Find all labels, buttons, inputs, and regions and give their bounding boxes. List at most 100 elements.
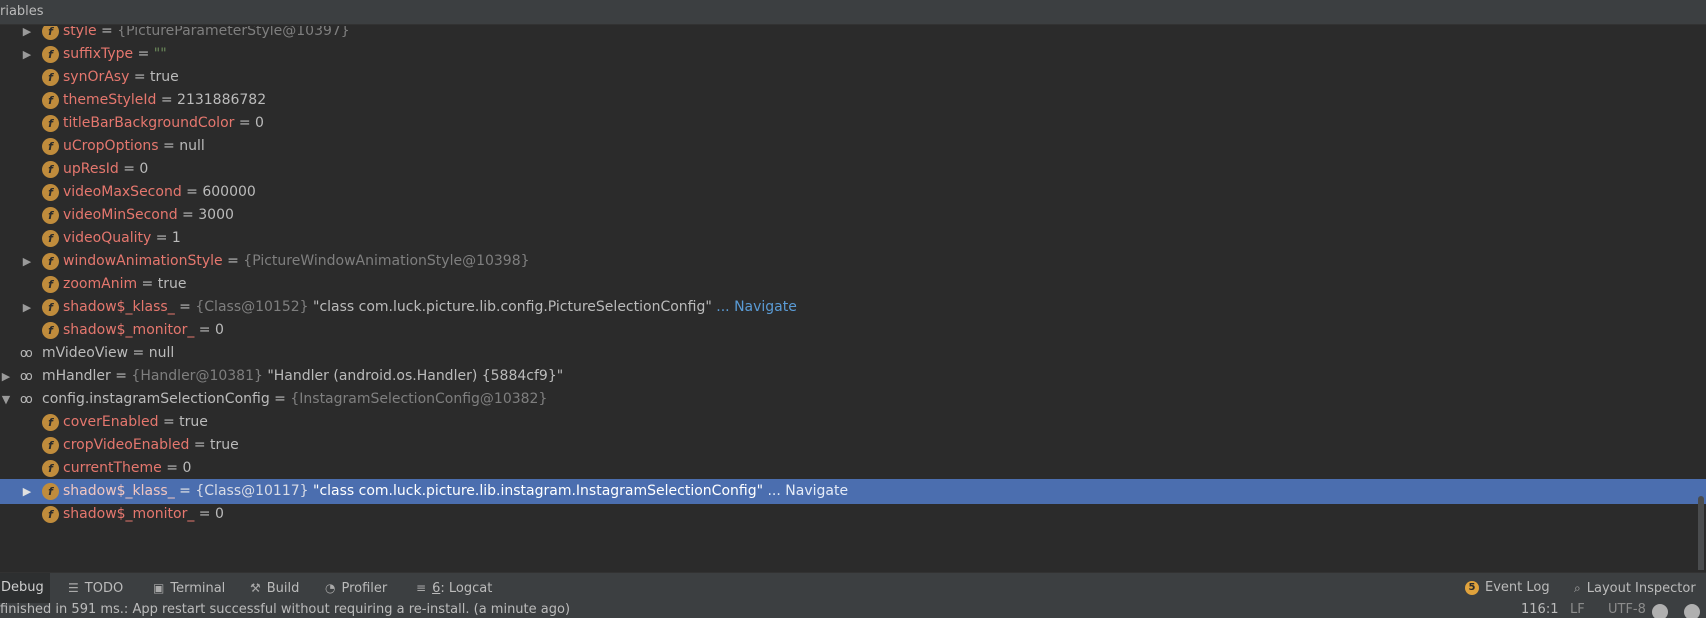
status-message: finished in 591 ms.: App restart success…	[0, 603, 571, 617]
variable-name: shadow$_monitor_	[63, 506, 195, 522]
tab-terminal[interactable]: ▣ Terminal	[153, 573, 225, 603]
field-icon: f	[42, 322, 59, 339]
field-icon: f	[42, 299, 59, 316]
tree-row[interactable]: ▶ f suffixType = ""	[0, 42, 1706, 67]
tree-row[interactable]: f synOrAsy = true	[0, 65, 1706, 90]
cursor-position[interactable]: 116:1	[1521, 603, 1558, 617]
field-icon: f	[42, 437, 59, 454]
tree-row[interactable]: f themeStyleId = 2131886782	[0, 88, 1706, 113]
tree-row[interactable]: ▶ f shadow$_klass_ = {Class@10152} "clas…	[0, 295, 1706, 320]
variables-panel-header: riables	[0, 0, 1706, 25]
tab-layout-inspector[interactable]: ⌕ Layout Inspector	[1574, 573, 1696, 603]
variable-name: videoMaxSecond	[63, 184, 182, 200]
tab-logcat[interactable]: ≡ 6: Logcat	[416, 573, 492, 603]
variable-value: 0	[182, 460, 192, 476]
variable-string: "Handler (android.os.Handler) {5884cf9}"	[262, 368, 564, 384]
layout-inspector-icon: ⌕	[1574, 581, 1581, 595]
variable-value: true	[157, 276, 187, 292]
vertical-scrollbar[interactable]	[1698, 496, 1704, 570]
field-icon: f	[42, 276, 59, 293]
variable-value: null	[148, 345, 175, 361]
field-icon: f	[42, 460, 59, 477]
variable-value: 0	[214, 506, 224, 522]
expand-arrow-icon[interactable]: ▶	[21, 42, 33, 67]
variable-name: uCropOptions	[63, 138, 159, 154]
tab-todo[interactable]: ☰ TODO	[68, 573, 123, 603]
panel-title: riables	[0, 4, 44, 19]
variable-name: themeStyleId	[63, 92, 157, 108]
tree-row[interactable]: f videoQuality = 1	[0, 226, 1706, 251]
variable-value: null	[179, 138, 205, 154]
tab-build[interactable]: ⚒ Build	[250, 573, 299, 603]
variable-value: true	[179, 414, 208, 430]
feedback-icon[interactable]	[1684, 604, 1700, 618]
navigate-link[interactable]: ... Navigate	[763, 483, 848, 499]
field-icon: f	[42, 138, 59, 155]
variable-string: "class com.luck.picture.lib.config.Pictu…	[308, 299, 712, 315]
tree-row[interactable]: oo mVideoView = null	[0, 341, 1706, 366]
line-separator[interactable]: LF	[1570, 603, 1585, 617]
tree-row[interactable]: f shadow$_monitor_ = 0	[0, 502, 1706, 527]
field-icon: f	[42, 506, 59, 523]
variable-name: shadow$_monitor_	[63, 322, 195, 338]
variable-name: style	[63, 26, 97, 39]
variable-value: 2131886782	[177, 92, 267, 108]
tree-row[interactable]: ▼ oo config.instagramSelectionConfig = {…	[0, 387, 1706, 412]
variable-value: 3000	[198, 207, 234, 223]
variables-tree[interactable]: ▶ f style = {PictureParameterStyle@10397…	[0, 26, 1706, 570]
tree-row[interactable]: f cropVideoEnabled = true	[0, 433, 1706, 458]
expand-arrow-icon[interactable]: ▶	[21, 295, 33, 320]
variable-name: config.instagramSelectionConfig	[42, 391, 270, 407]
field-icon: f	[42, 161, 59, 178]
file-encoding[interactable]: UTF-8	[1608, 603, 1646, 617]
watch-glasses-icon: oo	[20, 392, 33, 406]
variable-value: {PictureWindowAnimationStyle@10398}	[243, 253, 530, 269]
variable-string: "class com.luck.picture.lib.instagram.In…	[308, 483, 764, 499]
variable-name: cropVideoEnabled	[63, 437, 190, 453]
tree-row[interactable]: f shadow$_monitor_ = 0	[0, 318, 1706, 343]
tree-row[interactable]: f videoMinSecond = 3000	[0, 203, 1706, 228]
event-count-badge: 5	[1465, 581, 1479, 595]
variable-value: 0	[214, 322, 224, 338]
variable-value: {Class@10117}	[195, 483, 309, 499]
field-icon: f	[42, 483, 59, 500]
variable-name: upResId	[63, 161, 119, 177]
tree-row[interactable]: f coverEnabled = true	[0, 410, 1706, 435]
variable-name: suffixType	[63, 46, 134, 62]
variable-name: windowAnimationStyle	[63, 253, 223, 269]
memory-indicator-icon[interactable]	[1652, 604, 1668, 618]
variable-value: {PictureParameterStyle@10397}	[117, 26, 350, 39]
tab-debug[interactable]: Debug	[0, 573, 50, 603]
tree-row[interactable]: ▶ f windowAnimationStyle = {PictureWindo…	[0, 249, 1706, 274]
tree-row[interactable]: f upResId = 0	[0, 157, 1706, 182]
tree-row[interactable]: f currentTheme = 0	[0, 456, 1706, 481]
field-icon: f	[42, 92, 59, 109]
field-icon: f	[42, 26, 59, 40]
field-icon: f	[42, 46, 59, 63]
tree-row[interactable]: f uCropOptions = null	[0, 134, 1706, 159]
hammer-icon: ⚒	[250, 581, 261, 595]
variable-value: ""	[153, 46, 167, 62]
status-bar: finished in 591 ms.: App restart success…	[0, 603, 1706, 618]
expand-arrow-icon[interactable]: ▶	[0, 364, 12, 389]
tree-row[interactable]: f zoomAnim = true	[0, 272, 1706, 297]
field-icon: f	[42, 69, 59, 86]
field-icon: f	[42, 115, 59, 132]
tree-row[interactable]: f titleBarBackgroundColor = 0	[0, 111, 1706, 136]
expand-arrow-icon[interactable]: ▶	[21, 479, 33, 504]
variable-name: videoMinSecond	[63, 207, 178, 223]
collapse-arrow-icon[interactable]: ▼	[0, 387, 12, 412]
tab-profiler[interactable]: ◔ Profiler	[325, 573, 387, 603]
tree-row[interactable]: f videoMaxSecond = 600000	[0, 180, 1706, 205]
variable-value: {Handler@10381}	[131, 368, 263, 384]
expand-arrow-icon[interactable]: ▶	[21, 249, 33, 274]
field-icon: f	[42, 207, 59, 224]
variable-value: 0	[139, 161, 149, 177]
tab-event-log[interactable]: 5 Event Log	[1465, 573, 1550, 603]
list-icon: ☰	[68, 581, 79, 595]
gauge-icon: ◔	[325, 581, 336, 595]
tree-row[interactable]: ▶ oo mHandler = {Handler@10381} "Handler…	[0, 364, 1706, 389]
navigate-link[interactable]: ... Navigate	[712, 299, 797, 315]
variable-name: mHandler	[42, 368, 111, 384]
tree-row-selected[interactable]: ▶ f shadow$_klass_ = {Class@10117} "clas…	[0, 479, 1706, 504]
